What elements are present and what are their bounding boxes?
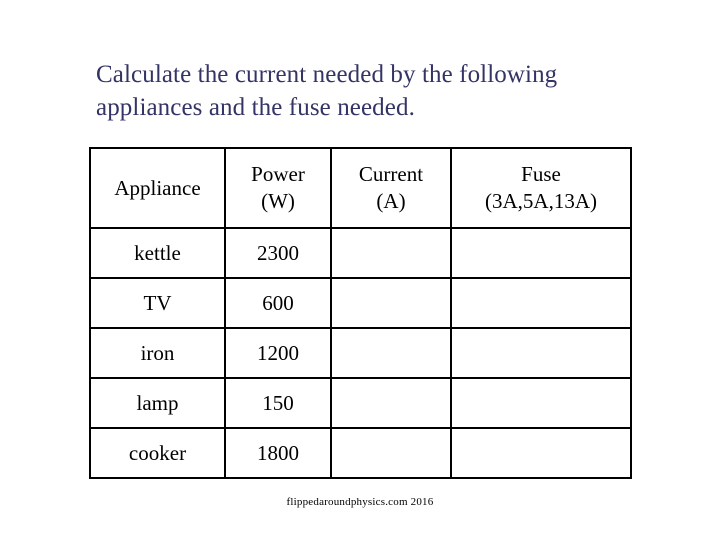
- column-header-fuse-label: Fuse: [521, 162, 561, 186]
- cell-current-answer[interactable]: [330, 277, 452, 329]
- cell-power: 150: [224, 377, 332, 429]
- column-header-current: Current (A): [330, 147, 452, 229]
- column-header-power-label: Power: [251, 162, 305, 186]
- cell-fuse-answer[interactable]: [450, 427, 632, 479]
- column-header-power-unit: (W): [261, 189, 295, 213]
- cell-appliance: lamp: [89, 377, 226, 429]
- cell-current-answer[interactable]: [330, 377, 452, 429]
- cell-current-answer[interactable]: [330, 327, 452, 379]
- cell-appliance: iron: [89, 327, 226, 379]
- column-header-appliance-label: Appliance: [114, 175, 201, 200]
- table-row: cooker 1800: [89, 427, 632, 479]
- cell-power: 1200: [224, 327, 332, 379]
- column-header-fuse-options: (3A,5A,13A): [485, 189, 597, 213]
- cell-fuse-answer[interactable]: [450, 277, 632, 329]
- table-header-row: Appliance Power (W) Current (A) Fuse (3A…: [89, 147, 632, 229]
- column-header-current-label: Current: [358, 162, 424, 186]
- cell-appliance: TV: [89, 277, 226, 329]
- page-title: Calculate the current needed by the foll…: [96, 58, 636, 124]
- cell-fuse-answer[interactable]: [450, 227, 632, 279]
- cell-current-answer[interactable]: [330, 227, 452, 279]
- slide-canvas: Calculate the current needed by the foll…: [0, 0, 720, 540]
- cell-fuse-answer[interactable]: [450, 377, 632, 429]
- table-row: iron 1200: [89, 327, 632, 379]
- column-header-appliance: Appliance: [89, 147, 226, 229]
- table-row: lamp 150: [89, 377, 632, 429]
- cell-power: 2300: [224, 227, 332, 279]
- appliance-power-table: Appliance Power (W) Current (A) Fuse (3A…: [89, 147, 632, 479]
- footer-credit: flippedaroundphysics.com 2016: [286, 496, 434, 508]
- cell-current-answer[interactable]: [330, 427, 452, 479]
- table-row: kettle 2300: [89, 227, 632, 279]
- cell-power: 1800: [224, 427, 332, 479]
- column-header-current-unit: (A): [376, 189, 406, 213]
- cell-fuse-answer[interactable]: [450, 327, 632, 379]
- table-row: TV 600: [89, 277, 632, 329]
- cell-power: 600: [224, 277, 332, 329]
- column-header-fuse: Fuse (3A,5A,13A): [450, 147, 632, 229]
- cell-appliance: kettle: [89, 227, 226, 279]
- cell-appliance: cooker: [89, 427, 226, 479]
- page-title-line-2: appliances and the fuse needed.: [96, 94, 415, 121]
- page-title-line-1: Calculate the current needed by the foll…: [96, 61, 558, 88]
- column-header-power: Power (W): [224, 147, 332, 229]
